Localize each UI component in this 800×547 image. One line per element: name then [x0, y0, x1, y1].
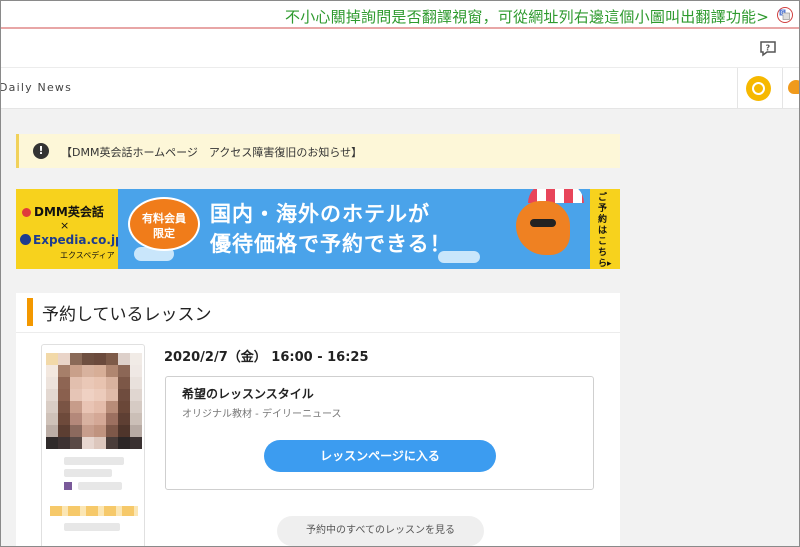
expedia-logo: Expedia.co.jp — [20, 233, 124, 247]
alert-icon: ! — [33, 143, 49, 159]
q-button[interactable] — [746, 76, 771, 101]
browser-window: 不小心關掉詢問是否翻譯視窗，可從網址列右邊這個小圖叫出翻譯功能> G ? Dai… — [0, 0, 800, 547]
view-all-lessons-button[interactable]: 予約中のすべてのレッスンを見る — [277, 516, 484, 546]
annotation-text: 不小心關掉詢問是否翻譯視窗，可從網址列右邊這個小圖叫出翻譯功能> — [285, 8, 769, 26]
mascot-illustration — [516, 201, 570, 255]
lesson-detail-box: 希望のレッスンスタイル オリジナル教材 - デイリーニュース レッスンページに入… — [165, 376, 594, 490]
teacher-avatar[interactable] — [46, 353, 142, 449]
lesson-datetime: 2020/2/7（金） 16:00 - 16:25 — [164, 350, 369, 365]
expedia-plane-icon — [20, 234, 31, 245]
nav-bar: Daily News — [1, 68, 799, 109]
svg-text:?: ? — [766, 44, 771, 53]
expedia-subtitle: エクスペディア — [60, 251, 115, 260]
banner-cta[interactable]: ご予約はこちら▸ — [590, 189, 620, 269]
svg-text:G: G — [781, 11, 785, 17]
help-chat-icon[interactable]: ? — [759, 40, 777, 62]
teacher-country — [78, 482, 122, 490]
dmm-logo-icon — [22, 208, 31, 217]
mascot-icon[interactable] — [788, 80, 799, 94]
translate-icon[interactable]: G — [777, 7, 793, 23]
teacher-card[interactable] — [41, 344, 145, 546]
banner-main: 有料会員 限定 国内・海外のホテルが 優待価格で予約できる！ — [118, 189, 590, 269]
annotation-bar: 不小心關掉詢問是否翻譯視窗，可從網址列右邊這個小圖叫出翻譯功能> G — [1, 1, 799, 29]
country-flag — [64, 482, 72, 490]
banner-x: × — [60, 219, 70, 232]
notice-text[interactable]: 【DMM英会話ホームページ アクセス障害復旧のお知らせ】 — [61, 144, 362, 160]
top-header: ? — [1, 29, 799, 68]
divider — [16, 332, 620, 333]
banner-cta-text: ご予約はこちら▸ — [598, 193, 612, 269]
rating-stars — [50, 506, 138, 516]
lesson-style-label: 希望のレッスンスタイル — [182, 387, 314, 401]
section-accent — [27, 298, 33, 326]
nav-divider — [737, 68, 738, 108]
banner-logo-panel: DMM英会話 × Expedia.co.jp エクスペディア — [16, 189, 124, 269]
teacher-meta — [64, 523, 120, 531]
nav-divider — [782, 68, 783, 108]
teacher-info — [64, 469, 112, 477]
cloud-decoration — [438, 251, 480, 263]
notice-banner[interactable]: ! 【DMM英会話ホームページ アクセス障害復旧のお知らせ】 — [16, 134, 620, 168]
lesson-style-value: オリジナル教材 - デイリーニュース — [182, 409, 342, 420]
member-badge: 有料会員 限定 — [128, 197, 200, 251]
section-title: 予約しているレッスン — [42, 305, 212, 325]
sunglasses — [530, 219, 556, 227]
reserved-lessons-card: 予約しているレッスン 2020/2/7（金） 16:00 - 16:25 希望の… — [16, 293, 620, 546]
page-title: Daily News — [0, 81, 73, 94]
dmm-logo: DMM英会話 — [22, 203, 104, 220]
q-icon — [752, 82, 765, 95]
promo-banner[interactable]: DMM英会話 × Expedia.co.jp エクスペディア 有料会員 限定 国… — [16, 189, 620, 269]
banner-headline: 国内・海外のホテルが 優待価格で予約できる！ — [210, 202, 452, 256]
enter-lesson-button[interactable]: レッスンページに入る — [264, 440, 496, 472]
teacher-name — [64, 457, 124, 465]
